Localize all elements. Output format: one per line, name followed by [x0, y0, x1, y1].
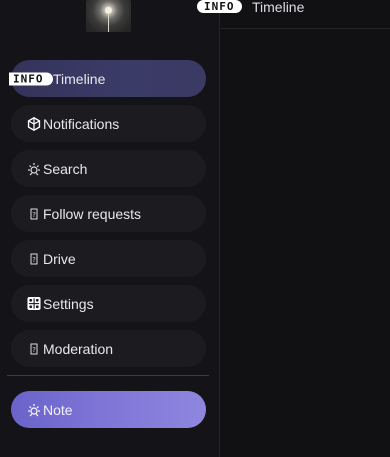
sidebar-item-notifications[interactable]: Notifications — [11, 105, 206, 142]
grid-icon — [27, 296, 41, 311]
svg-text:?: ? — [32, 346, 36, 354]
sidebar-item-moderation[interactable]: ? Moderation — [11, 330, 206, 367]
sidebar-item-follow-requests[interactable]: ? Follow requests — [11, 195, 206, 232]
avatar-image-detail — [108, 14, 109, 32]
cube-icon — [27, 116, 41, 131]
sidebar-item-timeline[interactable]: INFO Timeline — [9, 60, 206, 97]
sun-icon — [27, 403, 41, 417]
sidebar-item-label: Settings — [43, 295, 94, 312]
unknown-glyph-icon: ? — [27, 207, 41, 221]
sidebar-item-settings[interactable]: Settings — [11, 285, 206, 322]
sidebar-item-label: Moderation — [43, 340, 114, 357]
sun-icon — [27, 162, 41, 176]
sidebar-item-label: Search — [43, 160, 88, 177]
svg-text:?: ? — [32, 211, 36, 219]
avatar[interactable] — [86, 0, 131, 32]
sidebar-item-label: Timeline — [53, 70, 106, 87]
timeline-content — [221, 30, 390, 457]
info-badge: INFO — [197, 0, 242, 13]
sidebar-item-search[interactable]: Search — [11, 150, 206, 187]
unknown-glyph-icon: ? — [27, 252, 41, 266]
info-badge: INFO — [9, 72, 53, 85]
note-button[interactable]: Note — [11, 391, 206, 428]
sidebar-item-label: Notifications — [43, 115, 120, 132]
note-button-label: Note — [43, 401, 73, 418]
sidebar-divider — [7, 375, 209, 376]
sidebar-item-label: Drive — [43, 250, 76, 267]
sidebar: INFO Timeline Notifications Search ? Fol… — [0, 0, 220, 457]
sidebar-item-drive[interactable]: ? Drive — [11, 240, 206, 277]
page-header: INFO Timeline — [197, 0, 390, 29]
unknown-glyph-icon: ? — [27, 342, 41, 356]
sidebar-item-label: Follow requests — [43, 205, 142, 222]
page-title: Timeline — [252, 0, 305, 15]
svg-text:?: ? — [32, 256, 36, 264]
